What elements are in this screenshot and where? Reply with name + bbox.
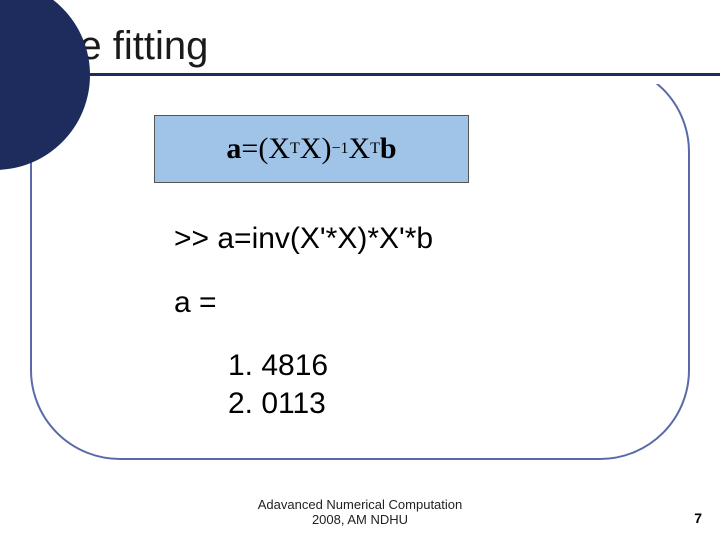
output-var: a = [174,284,433,322]
output-value-1: 1. 4816 [228,347,433,385]
matlab-command: >> a=inv(X'*X)*X'*b [174,220,433,258]
slide-title: Line fitting [26,24,720,73]
formula-close-paren: ) [321,132,331,166]
title-bar: Line fitting [0,0,720,84]
formula-a: a [226,132,241,166]
page-number: 7 [694,510,702,526]
footer-line-1: Adavanced Numerical Computation [0,497,720,513]
formula-eq: = [241,132,258,166]
footer: Adavanced Numerical Computation 2008, AM… [0,497,720,528]
formula-X2: X [300,132,322,166]
code-output: >> a=inv(X'*X)*X'*b a = 1. 4816 2. 0113 [174,220,433,422]
formula-X1: X [268,132,290,166]
slide: Line fitting a = ( X T X ) −1 X T b >> a… [0,0,720,540]
output-values: 1. 4816 2. 0113 [174,347,433,422]
formula-X3: X [348,132,370,166]
formula-box: a = ( X T X ) −1 X T b [154,115,469,183]
output-value-2: 2. 0113 [228,385,433,423]
title-underline [26,73,720,76]
footer-line-2: 2008, AM NDHU [0,512,720,528]
formula-open-paren: ( [258,132,268,166]
formula-b: b [380,132,397,166]
